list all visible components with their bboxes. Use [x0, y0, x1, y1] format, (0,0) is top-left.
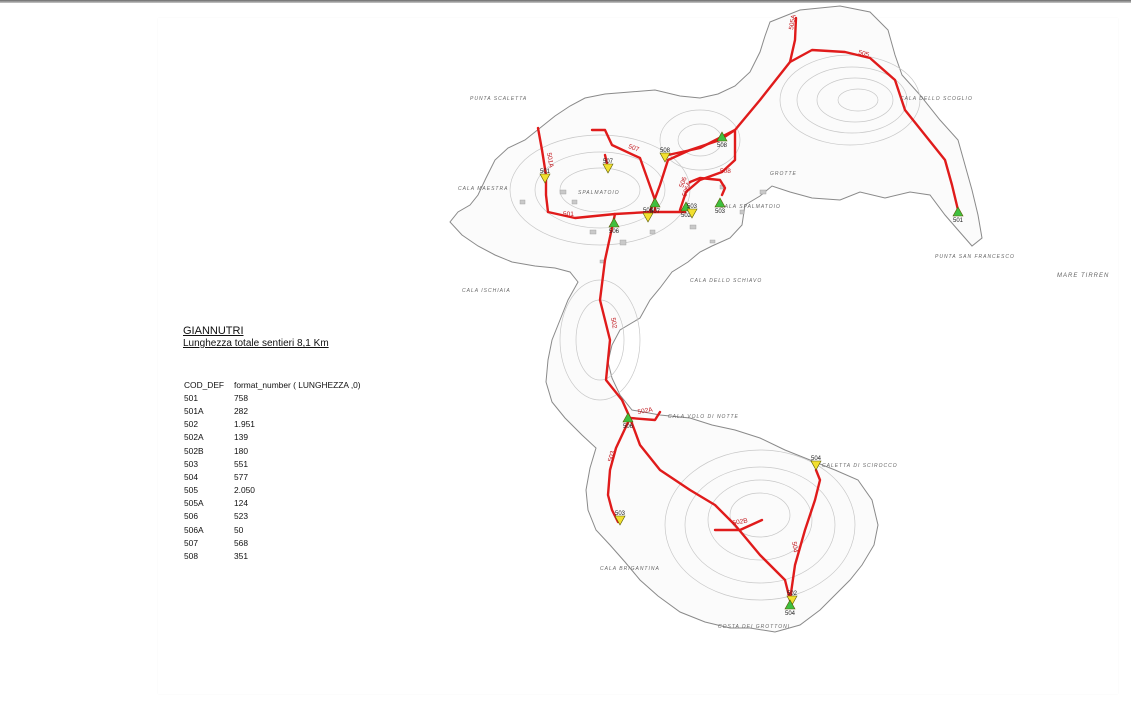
place-label: CALA DELLO SCHIAVO [690, 278, 762, 284]
place-label: CALETTA DI SCIROCCO [822, 463, 898, 469]
trail-label: 501 [563, 211, 574, 218]
place-label: PUNTA SAN FRANCESCO [935, 254, 1015, 260]
trail-marker-code: 506 [623, 424, 634, 430]
trail-marker-code: 503 [715, 209, 726, 215]
building [739, 209, 745, 215]
place-label: CALA SPALMATOIO [720, 204, 781, 210]
trail-marker-code: 501 [953, 218, 964, 224]
building [571, 199, 578, 205]
trail-marker-code: 508 [660, 148, 671, 154]
place-label: CALA BRIGANTINA [600, 566, 660, 572]
place-label: COSTA DEI GROTTONI [718, 624, 790, 630]
place-label: MARE TIRREN [1057, 273, 1109, 279]
trail-marker-code: 505 [643, 208, 654, 214]
trail-marker-code: 503 [687, 204, 698, 210]
trail-marker-code: 504 [785, 611, 796, 617]
trail-marker-code: 504 [811, 456, 822, 462]
building [649, 229, 656, 235]
trail-marker-code: 502 [787, 591, 798, 597]
building [589, 229, 597, 235]
place-label: CALA DELLO SCOGLIO [900, 96, 973, 102]
trail-marker-code: 503 [615, 511, 626, 517]
island-map: 501 501A 502 502A 502B 503 504 505 505A … [449, 5, 1109, 633]
trail-label: 508 [720, 168, 731, 175]
place-label: SPALMATOIO [578, 190, 620, 196]
place-label: CALA MAESTRA [458, 186, 508, 192]
trail-marker-code: 507 [603, 159, 614, 165]
place-label: CALA VOLO DI NOTTE [668, 414, 739, 420]
building [759, 189, 767, 195]
place-label: CALA ISCHIAIA [462, 288, 511, 294]
building [519, 199, 526, 205]
place-label: GROTTE [770, 171, 797, 177]
building [559, 189, 567, 195]
building [619, 239, 627, 246]
place-label: PUNTA SCALETTA [470, 96, 527, 102]
building [709, 239, 716, 244]
trail-marker-code: 501 [540, 169, 551, 175]
trail-marker-code: 508 [717, 143, 728, 149]
trail-marker-code: 506 [609, 229, 620, 235]
building [689, 224, 697, 230]
